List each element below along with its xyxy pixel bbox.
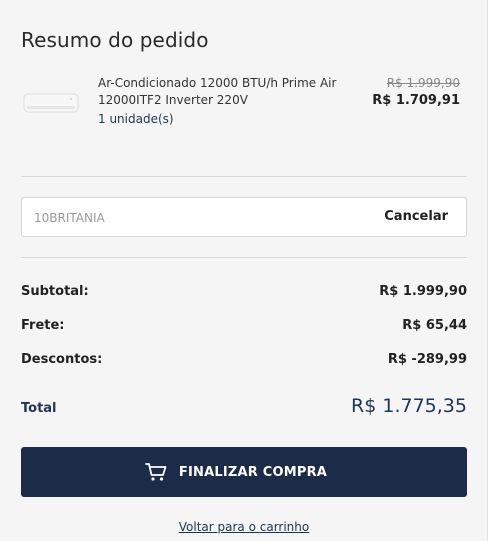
cancel-coupon-button[interactable]: Cancelar bbox=[384, 209, 448, 224]
divider bbox=[21, 176, 467, 177]
subtotal-row: Subtotal: R$ 1.999,90 bbox=[21, 284, 467, 304]
shipping-label: Frete: bbox=[21, 318, 65, 333]
discount-value: R$ -289,99 bbox=[387, 352, 467, 367]
discount-row: Descontos: R$ -289,99 bbox=[21, 352, 467, 372]
order-summary-panel: Resumo do pedido Ar-Condicionado 12000 B… bbox=[0, 0, 488, 541]
checkout-button-label: FINALIZAR COMPRA bbox=[178, 464, 328, 480]
back-to-cart-link[interactable]: Voltar para o carrinho bbox=[179, 520, 309, 534]
total-value: R$ 1.775,35 bbox=[351, 395, 467, 417]
air-conditioner-image[interactable] bbox=[22, 90, 80, 116]
back-link-container: Voltar para o carrinho bbox=[0, 516, 488, 535]
discount-label: Descontos: bbox=[21, 352, 103, 367]
subtotal-value: R$ 1.999,90 bbox=[379, 284, 467, 299]
shipping-row: Frete: R$ 65,44 bbox=[21, 318, 467, 338]
coupon-field: Cancelar bbox=[21, 197, 467, 237]
total-label: Total bbox=[21, 401, 57, 416]
product-old-price: R$ 1.999,90 bbox=[386, 76, 460, 90]
divider bbox=[21, 257, 467, 258]
shipping-value: R$ 65,44 bbox=[402, 318, 467, 333]
checkout-button[interactable]: FINALIZAR COMPRA bbox=[21, 447, 467, 497]
subtotal-label: Subtotal: bbox=[21, 284, 89, 299]
page-title: Resumo do pedido bbox=[21, 28, 209, 52]
total-row: Total R$ 1.775,35 bbox=[21, 395, 467, 423]
air-conditioner-icon bbox=[23, 93, 79, 113]
product-name[interactable]: Ar-Condicionado 12000 BTU/h Prime Air 12… bbox=[98, 75, 348, 109]
product-quantity: 1 unidade(s) bbox=[98, 112, 174, 126]
coupon-input[interactable] bbox=[34, 208, 334, 228]
product-price: R$ 1.709,91 bbox=[372, 93, 460, 108]
product-item: Ar-Condicionado 12000 BTU/h Prime Air 12… bbox=[0, 72, 488, 132]
shopping-cart-icon bbox=[145, 462, 167, 482]
